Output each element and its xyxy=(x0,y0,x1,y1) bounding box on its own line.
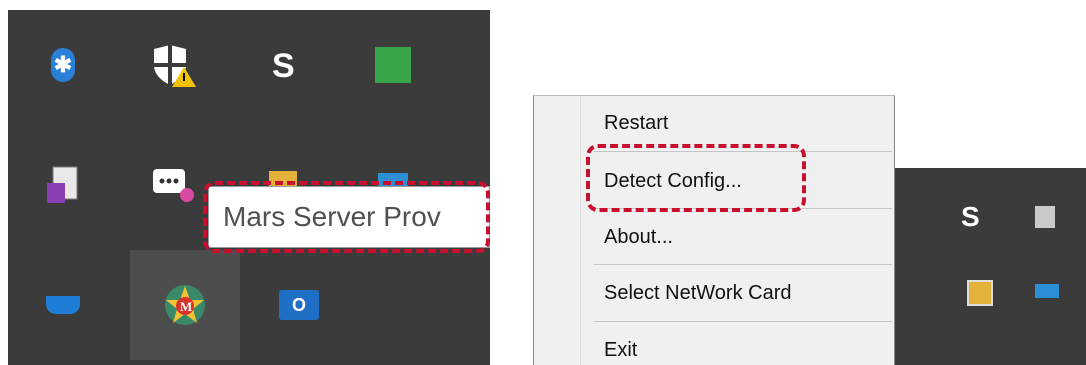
tray-overflow-panel-right: S xyxy=(895,168,1086,365)
outlook-tray-button[interactable]: O xyxy=(244,250,354,360)
bluetooth-tray-button[interactable]: ✱ xyxy=(8,10,118,120)
app-s-tray-button[interactable]: S xyxy=(228,10,338,120)
sync-app-icon xyxy=(375,47,411,83)
cup-icon xyxy=(46,296,80,314)
svg-text:S: S xyxy=(272,47,295,85)
windows-security-warning-icon xyxy=(154,45,196,87)
context-menu: Restart Detect Config... About... Select… xyxy=(533,95,895,365)
right-background xyxy=(895,95,1086,168)
monitor-app-icon xyxy=(967,280,993,306)
network-app-icon xyxy=(1035,284,1059,298)
sync-app-tray-button[interactable] xyxy=(338,10,448,120)
outlook-letter: O xyxy=(291,294,306,315)
tooltip-highlight xyxy=(203,181,490,253)
mars-server-tray-button[interactable]: M xyxy=(130,250,240,360)
app-icon xyxy=(1035,206,1055,228)
menu-item-select-network-card[interactable]: Select NetWork Card xyxy=(604,282,791,305)
security-tray-button[interactable] xyxy=(118,10,228,120)
outlook-icon: O xyxy=(279,290,319,320)
svg-text:S: S xyxy=(961,201,980,232)
menu-item-exit[interactable]: Exit xyxy=(604,339,637,362)
bluetooth-icon: ✱ xyxy=(51,48,75,82)
menu-separator xyxy=(594,321,892,322)
menu-icon-gutter xyxy=(534,96,581,365)
document-app-icon xyxy=(47,166,78,203)
s-app-icon: S xyxy=(961,201,980,232)
menu-item-about[interactable]: About... xyxy=(604,226,673,249)
svg-text:M: M xyxy=(180,299,192,314)
menu-separator xyxy=(594,264,892,265)
detect-config-highlight xyxy=(586,144,806,212)
s-app-icon: S xyxy=(272,47,295,85)
document-app-tray-button[interactable] xyxy=(8,130,118,240)
cup-app-tray-button[interactable] xyxy=(8,250,118,360)
mars-server-icon: M xyxy=(165,285,205,325)
chat-icon xyxy=(153,169,194,202)
menu-item-restart[interactable]: Restart xyxy=(604,112,668,135)
